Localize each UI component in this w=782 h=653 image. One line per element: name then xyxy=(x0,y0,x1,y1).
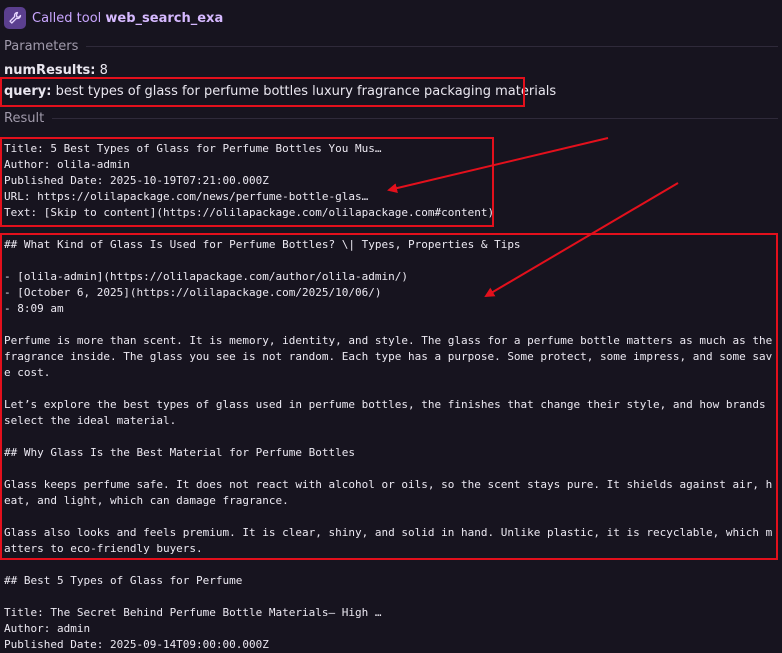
arrow-to-url xyxy=(387,137,609,194)
arrow-to-content xyxy=(484,182,679,298)
annotation-arrows xyxy=(387,137,679,298)
